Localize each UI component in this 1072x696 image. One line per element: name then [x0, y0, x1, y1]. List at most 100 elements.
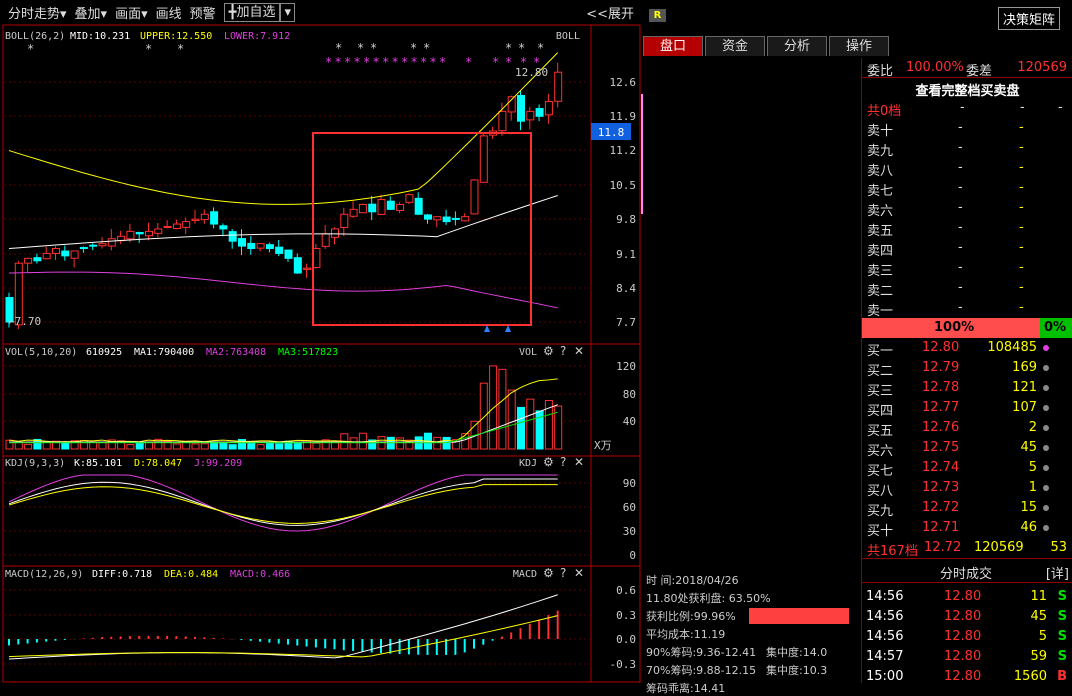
volume-bar: [135, 442, 144, 450]
ticks-header: 分时成交 [详]: [862, 561, 1072, 582]
buy-row[interactable]: 买八 12.73 1: [862, 478, 1072, 499]
ratio-buy-label: 100%: [934, 320, 975, 335]
sell-row-label: 卖五: [867, 224, 894, 239]
volume-bar: [14, 441, 23, 450]
buy-row-dot-icon: [1043, 365, 1049, 371]
boll-mid: MID:10.231: [70, 31, 130, 42]
volume-bar: [265, 442, 274, 450]
price-tick-label: 10.5: [610, 179, 637, 192]
kline-chart-area[interactable]: 12.6 11.9 11.2 10.5 9.8 9.1 8.4 7.7 11.8 BOLL(26,…: [0, 0, 643, 683]
sell-row[interactable]: 卖八 - -: [862, 158, 1072, 179]
trade-time: 14:56: [866, 589, 904, 604]
kdj-tick-label: 90: [623, 477, 636, 490]
help-icon: ?: [560, 344, 566, 358]
sell-row[interactable]: 卖二 - -: [862, 278, 1072, 299]
sell-row-price: -: [958, 140, 963, 155]
buy-total-label: 共167档: [867, 544, 918, 559]
sell-row-vol: -: [1019, 220, 1024, 235]
buy-row[interactable]: 买七 12.74 5: [862, 458, 1072, 479]
add-watchlist-dropdown[interactable]: ▾: [280, 2, 295, 22]
candle-body: [331, 228, 339, 238]
sell-row-price: -: [958, 280, 963, 295]
buy-row[interactable]: 买四 12.77 107: [862, 398, 1072, 419]
sell-row-price: -: [958, 240, 963, 255]
trade-time: 14:56: [866, 629, 904, 644]
boll-lower: LOWER:7.912: [224, 31, 290, 42]
candle-body: [451, 217, 460, 220]
signal-star-icon: *: [392, 55, 399, 69]
kdj-tag: KDJ: [519, 458, 537, 469]
sell-row[interactable]: 卖一 - -: [862, 298, 1072, 319]
boll-title: BOLL(26,2): [5, 31, 65, 42]
view-all-link[interactable]: 查看完整档买卖盘: [862, 80, 1072, 99]
buy-row[interactable]: 买三 12.78 121: [862, 378, 1072, 399]
toolbar-item-draw[interactable]: 画线: [156, 3, 182, 22]
candle-body: [442, 216, 451, 223]
view-all-row[interactable]: 查看完整档买卖盘: [862, 78, 1072, 99]
sell-row-label: 卖八: [867, 164, 894, 179]
candle-body: [210, 211, 219, 225]
trade-side: S: [1057, 589, 1067, 604]
sell-total-dash: -: [1058, 100, 1063, 115]
sell-row-vol: -: [1019, 300, 1024, 315]
buy-row-dot-icon: [1043, 445, 1049, 451]
trade-row: 14:57 12.80 59 S: [862, 648, 1072, 668]
add-watchlist-button[interactable]: ╋加自选: [223, 2, 281, 22]
sell-row[interactable]: 卖十 - -: [862, 118, 1072, 139]
toolbar-item-intraday[interactable]: 分时走势▾: [8, 3, 67, 22]
order-book: 委比 100.00% 委差 120569 查看完整档买卖盘 共0档 - - - …: [861, 58, 1072, 684]
candle-body: [98, 243, 107, 247]
buy-row[interactable]: 买九 12.72 15: [862, 498, 1072, 519]
signal-arrow-icon: [505, 325, 511, 332]
volume-bar: [275, 443, 284, 450]
sell-row[interactable]: 卖六 - -: [862, 198, 1072, 219]
candle-body: [228, 231, 237, 242]
candle-body: [70, 250, 79, 259]
price-tick-label: 11.9: [610, 110, 637, 123]
decision-matrix-button[interactable]: 决策矩阵: [997, 7, 1060, 30]
close-icon: ✕: [574, 455, 584, 469]
buy-row-price: 12.78: [922, 380, 960, 395]
sell-row[interactable]: 卖三 - -: [862, 258, 1072, 279]
signal-star-icon: *: [401, 55, 408, 69]
signal-star-icon: *: [177, 42, 184, 56]
buy-row-label: 买三: [867, 384, 894, 399]
chip-spread: 筹码乖离:14.41: [646, 682, 726, 695]
tab-analysis[interactable]: 分析: [767, 36, 827, 56]
toolbar-item-overlay[interactable]: 叠加▾: [75, 3, 108, 22]
sell-row[interactable]: 卖五 - -: [862, 218, 1072, 239]
sell-row-price: -: [958, 260, 963, 275]
tab-operation[interactable]: 操作: [829, 36, 889, 56]
signal-star-icon: *: [335, 55, 342, 69]
candle-body: [498, 110, 507, 132]
buy-row-price: 12.75: [922, 440, 960, 455]
toolbar-item-screen[interactable]: 画面▾: [115, 3, 148, 22]
buy-row[interactable]: 买十 12.71 46: [862, 518, 1072, 539]
sell-row[interactable]: 卖九 - -: [862, 138, 1072, 159]
buy-row-vol: 108485: [987, 340, 1037, 355]
signal-star-icon: *: [382, 55, 389, 69]
ticks-detail-link[interactable]: [详]: [1046, 563, 1069, 582]
sell-row[interactable]: 卖七 - -: [862, 178, 1072, 199]
buy-row[interactable]: 买六 12.75 45: [862, 438, 1072, 459]
tab-funds[interactable]: 资金: [705, 36, 765, 56]
buy-row[interactable]: 买五 12.76 2: [862, 418, 1072, 439]
expand-button[interactable]: <<展开: [586, 3, 634, 22]
volume-bar: [126, 444, 135, 450]
buy-row-label: 买二: [867, 364, 894, 379]
macd-value: MACD:0.466: [230, 569, 290, 580]
toolbar-item-alert[interactable]: 预警: [190, 3, 216, 22]
volume-bar: [312, 442, 321, 450]
buy-row-dot-icon: [1043, 465, 1049, 471]
candle-body: [126, 230, 135, 240]
signal-star-icon: *: [505, 41, 512, 55]
tab-pankou[interactable]: 盘口: [643, 36, 703, 56]
sell-row[interactable]: 卖四 - -: [862, 238, 1072, 259]
macd-title: MACD(12,26,9): [5, 569, 83, 580]
price-tick-label: 7.7: [616, 316, 636, 329]
buy-row[interactable]: 买一 12.80 108485: [862, 338, 1072, 359]
vol-tick-label: 120: [616, 360, 636, 373]
signal-star-icon: *: [537, 41, 544, 55]
sell-row-label: 卖四: [867, 244, 894, 259]
buy-row[interactable]: 买二 12.79 169: [862, 358, 1072, 379]
